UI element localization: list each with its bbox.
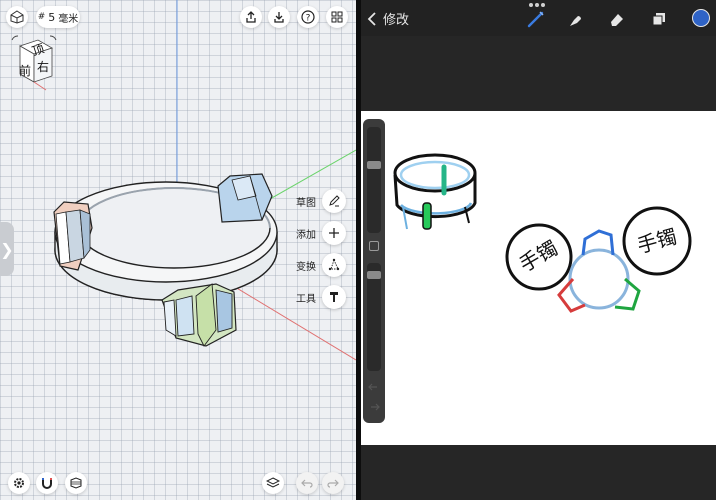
sketch-circles: 手镯 手镯 (505, 206, 692, 313)
back-label: 修改 (383, 13, 410, 28)
home-view-icon (10, 10, 24, 24)
download-icon (274, 12, 284, 23)
sketch-bangle (393, 153, 477, 230)
brush-opacity-slider[interactable] (367, 263, 381, 371)
brush-size-knob[interactable] (367, 161, 381, 169)
unit-value: 5 (48, 10, 56, 24)
brush-opacity-knob[interactable] (367, 271, 381, 279)
unit-label: 毫米 (58, 13, 79, 25)
draw-top-bar: 修改 (361, 0, 716, 36)
eyedropper-button[interactable] (369, 241, 379, 251)
color-picker-button[interactable] (692, 9, 710, 27)
redo-button[interactable] (322, 472, 344, 494)
drawing-app: 修改 手镯 手镯 (361, 0, 716, 500)
settings-button[interactable] (8, 472, 30, 494)
tool-transform[interactable]: 变换 (296, 253, 346, 277)
smudge-button[interactable] (565, 9, 585, 29)
redo-icon (327, 479, 339, 488)
cad-bottom-bar (0, 470, 356, 500)
brush-button[interactable] (526, 9, 546, 29)
unit-size-button[interactable]: # 5 毫米 (36, 6, 80, 28)
material-icon (70, 477, 82, 489)
sketch-right-circle-text: 手镯 (635, 224, 680, 258)
tool-tools[interactable]: 工具 (296, 285, 346, 309)
eraser-button[interactable] (607, 9, 627, 29)
cad-app: # 5 毫米 ? 顶 前 右 ❯ 草图 添加 变换 工具 (0, 0, 356, 500)
sketch-button[interactable] (322, 189, 346, 213)
layers-icon (266, 477, 280, 488)
home-view-button[interactable] (6, 6, 28, 28)
help-icon: ? (301, 10, 315, 24)
redo-icon[interactable] (368, 403, 380, 413)
transform-button[interactable] (322, 253, 346, 277)
magnet-icon (42, 478, 52, 489)
tool-sketch-label: 草图 (296, 197, 316, 209)
split-screen: # 5 毫米 ? 顶 前 右 ❯ 草图 添加 变换 工具 修改 手镯 手镯 (0, 0, 716, 500)
undo-icon[interactable] (368, 383, 380, 393)
cad-top-bar: # 5 毫米 ? (0, 0, 356, 34)
gem-front[interactable] (161, 283, 237, 347)
brush-side-panel (363, 119, 385, 423)
drawing-canvas[interactable]: 手镯 手镯 (361, 111, 716, 445)
brush-size-slider[interactable] (367, 127, 381, 233)
download-button[interactable] (268, 6, 290, 28)
chevron-left-icon (367, 11, 376, 26)
settings-icon (14, 478, 24, 488)
tool-transform-label: 变换 (296, 261, 316, 273)
layers-button[interactable] (262, 472, 284, 494)
unit-prefix: # (37, 12, 46, 22)
tools-button[interactable] (322, 285, 346, 309)
smudge-icon (570, 16, 581, 26)
transform-icon (328, 258, 340, 271)
tool-add[interactable]: 添加 (296, 221, 346, 245)
view-cube-right-label[interactable]: 右 (37, 58, 49, 75)
hammer-icon (330, 292, 338, 302)
layers-panel-button[interactable] (649, 9, 669, 29)
export-button[interactable] (240, 6, 262, 28)
tool-tools-label: 工具 (296, 293, 316, 305)
tool-add-label: 添加 (296, 229, 316, 241)
back-button[interactable]: 修改 (367, 9, 409, 28)
tool-sketch[interactable]: 草图 (296, 189, 346, 213)
brush-icon (527, 11, 544, 28)
side-panel-handle[interactable]: ❯ (0, 222, 14, 276)
plus-icon (329, 228, 339, 238)
help-button[interactable]: ? (297, 6, 319, 28)
material-button[interactable] (65, 472, 87, 494)
chevron-right-icon: ❯ (0, 239, 14, 259)
grid-menu-button[interactable] (326, 6, 348, 28)
undo-icon (301, 479, 313, 488)
add-button[interactable] (322, 221, 346, 245)
sketch-left-circle-text: 手镯 (515, 236, 562, 277)
grid-menu-icon (331, 11, 343, 23)
view-cube-front-label[interactable]: 前 (19, 62, 31, 79)
export-icon (246, 11, 256, 23)
pencil-icon (329, 195, 340, 207)
snap-button[interactable] (36, 472, 58, 494)
gem-back-right[interactable] (217, 173, 273, 223)
eraser-icon (611, 14, 623, 26)
undo-button[interactable] (296, 472, 318, 494)
sketch-layer: 手镯 手镯 (393, 153, 692, 313)
view-cube[interactable]: 顶 前 右 (6, 34, 58, 94)
layers-icon (652, 13, 665, 26)
svg-text:?: ? (306, 14, 311, 24)
